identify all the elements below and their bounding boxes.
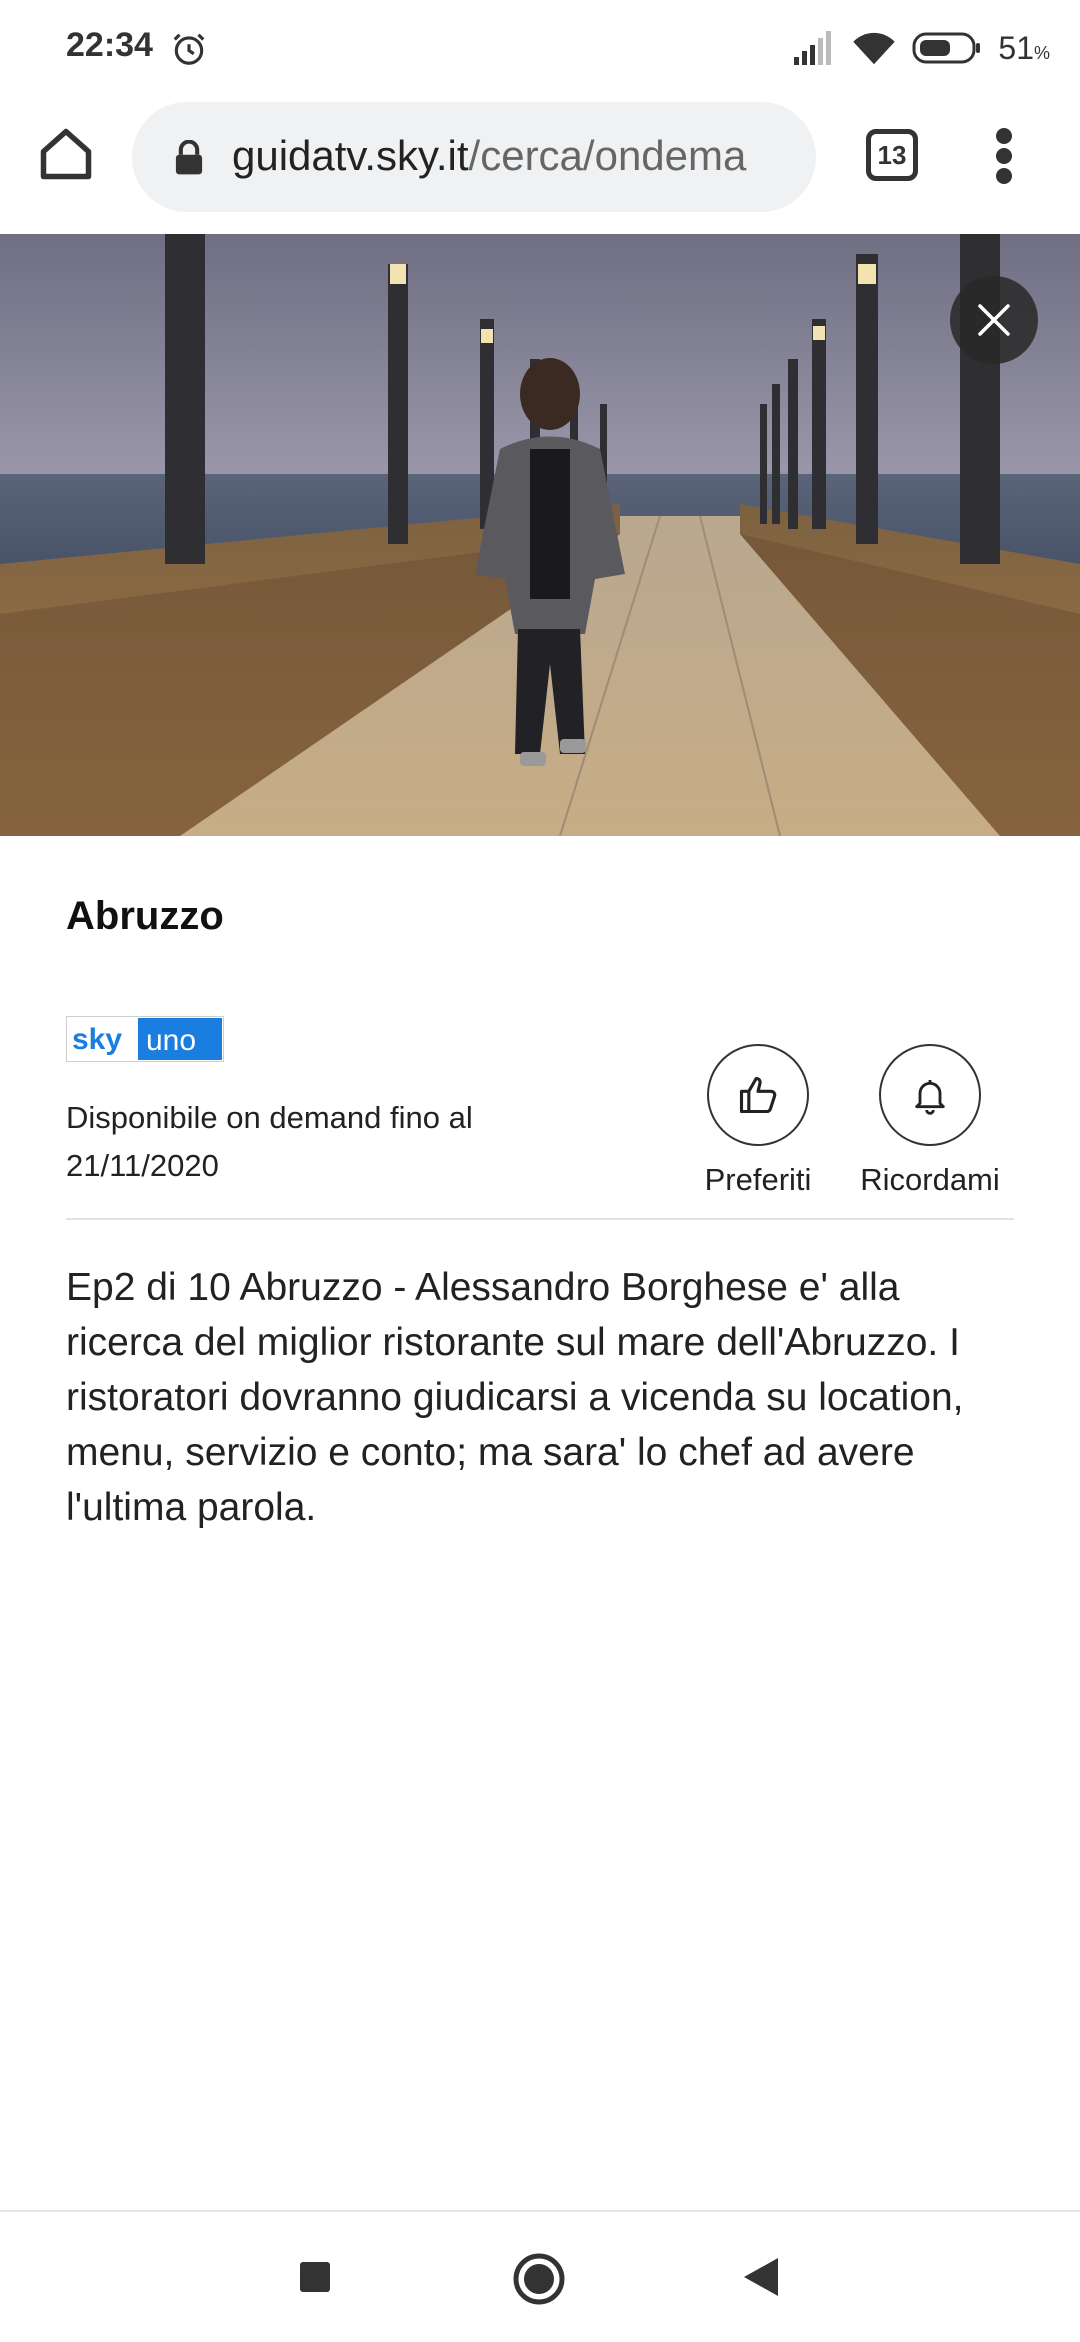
remind-circle[interactable] — [879, 1044, 981, 1146]
program-title: Abruzzo — [66, 894, 224, 938]
channel-logo-uno: uno — [146, 1024, 196, 1057]
favorites-button[interactable]: Preferiti — [678, 1044, 838, 1198]
wifi-icon — [853, 32, 896, 65]
alarm-icon — [173, 33, 205, 65]
bell-icon — [915, 1080, 945, 1115]
browser-toolbar: guidatv.sky.it/cerca/ondema 13 — [0, 100, 1080, 234]
url-path: /cerca/ondema — [468, 132, 747, 179]
favorites-circle[interactable] — [707, 1044, 809, 1146]
battery-icon — [912, 32, 981, 64]
status-time: 22:34 — [66, 26, 153, 64]
url-domain: guidatv.sky.it — [232, 132, 469, 179]
remind-button[interactable]: Ricordami — [850, 1044, 1010, 1198]
home-icon[interactable] — [36, 124, 96, 184]
signal-icon — [794, 31, 832, 65]
thumbs-up-icon — [739, 1076, 777, 1114]
remind-label: Ricordami — [860, 1162, 1000, 1197]
battery-percent: 51% — [998, 30, 1050, 67]
battery-percent-unit: % — [1033, 42, 1050, 63]
close-icon — [978, 304, 1010, 336]
address-bar[interactable]: guidatv.sky.it/cerca/ondema — [132, 102, 816, 212]
home-nav-icon[interactable] — [512, 2252, 566, 2306]
divider — [66, 1218, 1014, 1220]
channel-logo-sky: sky — [72, 1023, 122, 1056]
status-bar: 22:34 51% — [0, 0, 1080, 100]
lock-icon — [175, 140, 203, 175]
program-description: Ep2 di 10 Abruzzo - Alessandro Borghese … — [66, 1266, 964, 1529]
back-icon[interactable] — [742, 2256, 780, 2298]
url-text[interactable]: guidatv.sky.it/cerca/ondema — [232, 132, 746, 180]
system-nav-bar — [0, 2210, 1080, 2342]
channel-logo: sky uno — [66, 1016, 224, 1062]
program-hero-image — [0, 234, 1080, 836]
favorites-label: Preferiti — [704, 1162, 812, 1197]
recents-icon[interactable] — [298, 2260, 332, 2294]
status-icons: 51% — [794, 26, 1050, 70]
availability-text: Disponibile on demand fino al 21/11/2020 — [66, 1100, 473, 1183]
battery-percent-value: 51 — [998, 29, 1034, 66]
more-vert-icon[interactable] — [992, 126, 1016, 186]
close-button[interactable] — [950, 276, 1038, 364]
tab-switcher-button[interactable]: 13 — [866, 129, 918, 181]
